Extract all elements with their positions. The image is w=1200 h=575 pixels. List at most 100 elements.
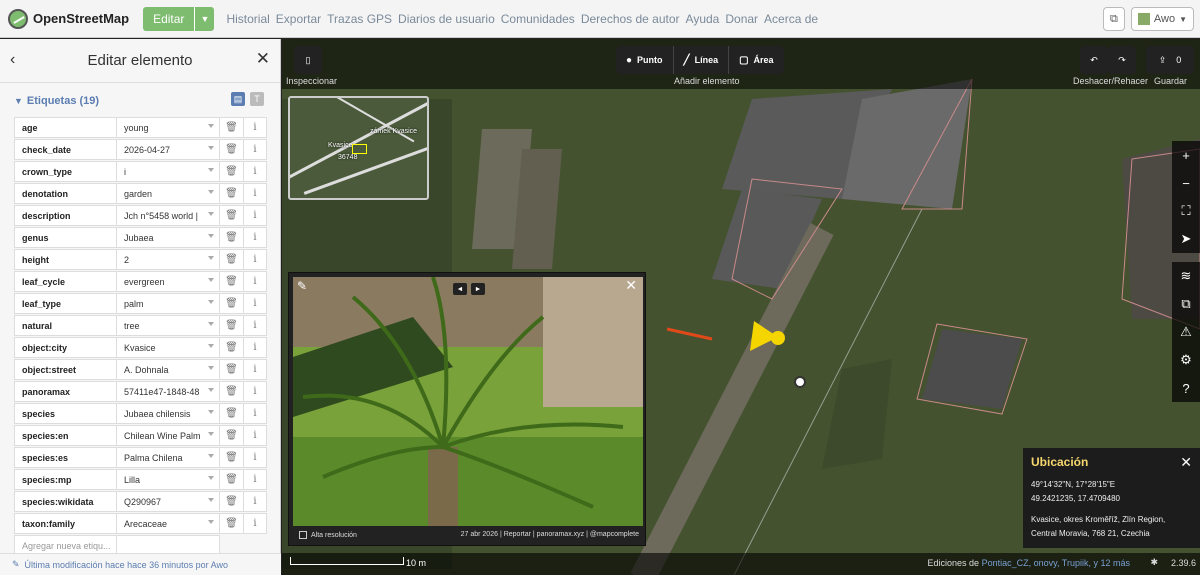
trash-icon[interactable]: 🗑: [220, 183, 244, 204]
trash-icon[interactable]: 🗑: [220, 491, 244, 512]
tag-key-field[interactable]: denotation: [14, 183, 117, 204]
trash-icon[interactable]: 🗑: [220, 469, 244, 490]
trash-icon[interactable]: 🗑: [220, 425, 244, 446]
tag-key-field[interactable]: species: [14, 403, 117, 424]
chevron-down-icon[interactable]: [208, 344, 214, 348]
nav-about[interactable]: Acerca de: [764, 12, 818, 26]
info-icon[interactable]: i: [244, 183, 267, 204]
save-button[interactable]: ⇪ 0: [1146, 46, 1194, 74]
chevron-down-icon[interactable]: [208, 432, 214, 436]
tag-key-field[interactable]: species:es: [14, 447, 117, 468]
messages-button[interactable]: ⧉: [1103, 7, 1125, 31]
credits-users[interactable]: Pontiac_CZ, onovy, Trupiik,: [982, 558, 1091, 568]
user-menu[interactable]: Awo ▼: [1130, 7, 1194, 31]
help-icon[interactable]: ?: [1172, 374, 1200, 402]
zoom-in-icon[interactable]: +: [1172, 141, 1200, 169]
author-link[interactable]: @mapcomplete: [590, 531, 639, 538]
close-icon[interactable]: ✕: [256, 49, 270, 69]
chevron-down-icon[interactable]: [208, 278, 214, 282]
chevron-down-icon[interactable]: [208, 234, 214, 238]
tag-value-field[interactable]: Jch n°5458 world |: [117, 205, 220, 226]
tag-key-field[interactable]: species:mp: [14, 469, 117, 490]
minimap[interactable]: Kvasice zámek Kvasice 36748: [288, 96, 429, 200]
close-photo-icon[interactable]: ✕: [625, 277, 637, 294]
trash-icon[interactable]: 🗑: [220, 337, 244, 358]
geolocate-icon[interactable]: ➤: [1172, 225, 1200, 253]
tag-key-field[interactable]: age: [14, 117, 117, 138]
trash-icon[interactable]: 🗑: [220, 513, 244, 534]
tag-value-field[interactable]: tree: [117, 315, 220, 336]
tag-value-field[interactable]: 2: [117, 249, 220, 270]
list-view-icon[interactable]: ▤: [231, 92, 245, 106]
tag-key-field[interactable]: taxon:family: [14, 513, 117, 534]
tag-value-field[interactable]: young: [117, 117, 220, 138]
scale-bar[interactable]: [290, 557, 404, 565]
tag-value-field[interactable]: Q290967: [117, 491, 220, 512]
chevron-down-icon[interactable]: [208, 476, 214, 480]
next-photo-icon[interactable]: ►: [471, 283, 485, 295]
chevron-down-icon[interactable]: [208, 410, 214, 414]
chevron-down-icon[interactable]: [208, 146, 214, 150]
tag-value-field[interactable]: garden: [117, 183, 220, 204]
tag-value-field[interactable]: A. Dohnala: [117, 359, 220, 380]
chevron-down-icon[interactable]: [208, 498, 214, 502]
add-point-button[interactable]: ● Punto: [616, 46, 674, 74]
info-icon[interactable]: i: [244, 117, 267, 138]
nav-copyright[interactable]: Derechos de autor: [581, 12, 680, 26]
info-icon[interactable]: i: [244, 447, 267, 468]
tag-key-field[interactable]: crown_type: [14, 161, 117, 182]
nav-user-diaries[interactable]: Diarios de usuario: [398, 12, 495, 26]
issues-icon[interactable]: ⚠: [1172, 318, 1200, 346]
nav-donate[interactable]: Donar: [725, 12, 758, 26]
map-canvas[interactable]: ▯ Inspeccionar ● Punto ╱ Línea ▢ Área Añadi…: [282, 39, 1200, 575]
info-icon[interactable]: i: [244, 205, 267, 226]
info-icon[interactable]: i: [244, 513, 267, 534]
layers-icon[interactable]: ≋: [1172, 262, 1200, 290]
map-data-icon[interactable]: ⧉: [1172, 290, 1200, 318]
inspect-panel-button[interactable]: ▯: [294, 46, 322, 74]
info-icon[interactable]: i: [244, 337, 267, 358]
add-area-button[interactable]: ▢ Área: [729, 46, 783, 74]
source-link[interactable]: panoramax.xyz: [537, 531, 584, 538]
trash-icon[interactable]: 🗑: [220, 293, 244, 314]
tag-value-field[interactable]: Chilean Wine Palm: [117, 425, 220, 446]
street-level-photo[interactable]: [293, 277, 643, 526]
add-line-button[interactable]: ╱ Línea: [674, 46, 730, 74]
edit-photo-icon[interactable]: ✎: [297, 279, 307, 293]
chevron-down-icon[interactable]: [208, 124, 214, 128]
report-link[interactable]: Reportar: [504, 531, 531, 538]
edit-button[interactable]: Editar: [143, 6, 195, 31]
undo-button[interactable]: ↶: [1080, 46, 1108, 74]
chevron-down-icon[interactable]: [208, 322, 214, 326]
info-icon[interactable]: i: [244, 381, 267, 402]
info-icon[interactable]: i: [244, 249, 267, 270]
trash-icon[interactable]: 🗑: [220, 161, 244, 182]
trash-icon[interactable]: 🗑: [220, 271, 244, 292]
chevron-down-icon[interactable]: [208, 454, 214, 458]
tag-key-field[interactable]: species:wikidata: [14, 491, 117, 512]
chevron-down-icon[interactable]: [208, 520, 214, 524]
tag-key-field[interactable]: natural: [14, 315, 117, 336]
tag-key-field[interactable]: leaf_type: [14, 293, 117, 314]
info-icon[interactable]: i: [244, 227, 267, 248]
tag-key-field[interactable]: object:street: [14, 359, 117, 380]
tag-key-field[interactable]: species:en: [14, 425, 117, 446]
nav-gps-traces[interactable]: Trazas GPS: [327, 12, 392, 26]
tag-value-field[interactable]: Arecaceae: [117, 513, 220, 534]
tag-value-field[interactable]: 2026-04-27: [117, 139, 220, 160]
tag-value-field[interactable]: i: [117, 161, 220, 182]
tag-value-field[interactable]: Kvasice: [117, 337, 220, 358]
chevron-down-icon[interactable]: [208, 212, 214, 216]
info-icon[interactable]: i: [244, 293, 267, 314]
trash-icon[interactable]: 🗑: [220, 205, 244, 226]
selected-tree-marker[interactable]: [746, 319, 786, 355]
tag-key-field[interactable]: description: [14, 205, 117, 226]
tag-key-field[interactable]: object:city: [14, 337, 117, 358]
nav-communities[interactable]: Comunidades: [501, 12, 575, 26]
tag-value-field[interactable]: Lilla: [117, 469, 220, 490]
info-icon[interactable]: i: [244, 359, 267, 380]
trash-icon[interactable]: 🗑: [220, 359, 244, 380]
tag-value-field[interactable]: evergreen: [117, 271, 220, 292]
tag-value-field[interactable]: palm: [117, 293, 220, 314]
zoom-to-selection-icon[interactable]: ⛶: [1172, 197, 1200, 225]
